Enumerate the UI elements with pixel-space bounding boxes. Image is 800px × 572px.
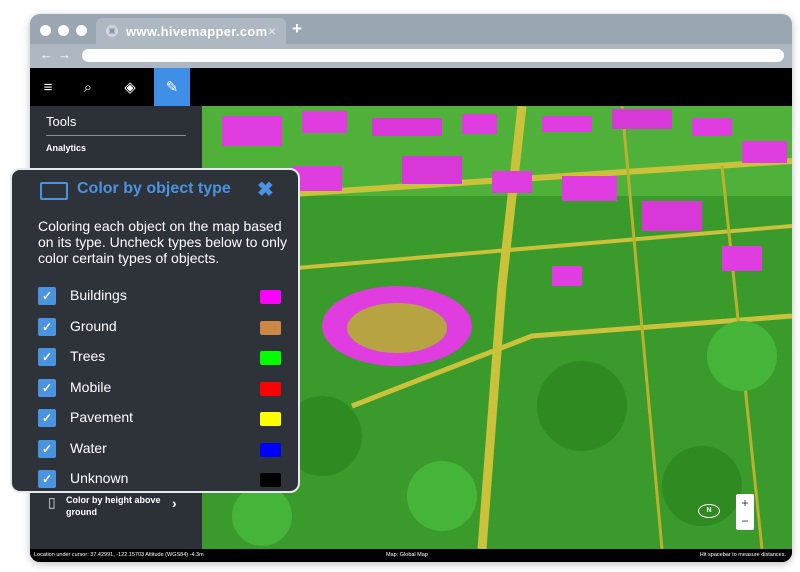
type-label: Ground — [70, 317, 117, 334]
type-label: Mobile — [70, 378, 112, 395]
type-checkbox[interactable]: ✓ — [38, 348, 56, 366]
zoom-control: + − — [736, 494, 754, 530]
chevron-right-icon: › — [172, 495, 177, 511]
cursor-location-text: Location under cursor: 37.42991, -122.15… — [34, 552, 204, 558]
window-minimize-dot[interactable] — [58, 25, 69, 36]
top-toolbar: ≡ ⌕ ◈ ✎ — [30, 68, 792, 106]
type-checkbox[interactable]: ✓ — [38, 287, 56, 305]
window-maximize-dot[interactable] — [76, 25, 87, 36]
color-by-object-type-panel: Color by object type ✖ Coloring each obj… — [10, 168, 300, 493]
ruler-icon: ▯ — [48, 494, 56, 510]
color-swatch — [260, 442, 281, 457]
window-close-dot[interactable] — [40, 25, 51, 36]
url-field[interactable] — [82, 49, 784, 62]
tab-title: www.hivemapper.com — [126, 23, 268, 39]
object-type-row: ✓ Water — [38, 436, 286, 467]
menu-button[interactable]: ≡ — [30, 68, 66, 106]
sidebar-title: Tools — [46, 114, 77, 129]
color-swatch — [260, 473, 281, 487]
tab-bar: ▣ www.hivemapper.com × + — [30, 14, 792, 44]
layers-icon: ◈ — [124, 79, 136, 96]
menu-icon: ≡ — [43, 78, 53, 96]
panel-description: Coloring each object on the map based on… — [38, 218, 288, 266]
status-bar: Location under cursor: 37.42991, -122.15… — [30, 549, 792, 562]
panel-title: Color by object type — [77, 180, 231, 197]
close-icon[interactable]: ✖ — [257, 177, 274, 202]
type-label: Trees — [70, 348, 106, 364]
object-type-row: ✓ Mobile — [38, 375, 286, 406]
type-checkbox[interactable]: ✓ — [38, 409, 56, 427]
sidebar-section-analytics: Analytics — [46, 143, 87, 153]
type-label: Water — [70, 439, 107, 456]
color-swatch — [260, 381, 281, 396]
object-type-row: ✓ Trees — [38, 344, 286, 375]
zoom-in-button[interactable]: + — [736, 494, 754, 512]
compass-icon[interactable]: N — [698, 504, 720, 518]
color-swatch — [260, 351, 281, 365]
type-checkbox[interactable]: ✓ — [38, 439, 56, 458]
chart-icon — [40, 182, 68, 200]
forward-arrow-icon[interactable]: → — [58, 47, 71, 62]
color-swatch — [260, 290, 281, 304]
color-swatch — [260, 320, 281, 335]
search-icon: ⌕ — [83, 78, 93, 96]
browser-tab[interactable]: ▣ www.hivemapper.com × — [96, 18, 286, 44]
object-type-row: ✓ Unknown — [38, 466, 286, 497]
type-label: Unknown — [70, 470, 129, 486]
object-type-list: ✓ Buildings ✓ Ground ✓ Trees ✓ Mobile ✓ Pavement ✓… — [38, 283, 286, 497]
tools-button[interactable]: ✎ — [154, 68, 190, 106]
sidebar-item-label: Color by height above ground — [66, 495, 161, 517]
type-label: Pavement — [70, 409, 134, 425]
object-type-row: ✓ Pavement — [38, 405, 286, 436]
object-type-row: ✓ Ground — [38, 314, 286, 345]
back-arrow-icon[interactable]: ← — [40, 47, 53, 62]
sidebar-divider — [46, 135, 186, 136]
zoom-out-button[interactable]: − — [736, 512, 754, 530]
address-bar: ← → — [30, 44, 792, 68]
new-tab-button[interactable]: + — [292, 19, 302, 39]
type-checkbox[interactable]: ✓ — [38, 378, 56, 397]
wrench-icon: ✎ — [165, 79, 179, 96]
type-label: Buildings — [70, 287, 127, 303]
search-button[interactable]: ⌕ — [70, 68, 106, 106]
layers-button[interactable]: ◈ — [112, 68, 148, 106]
favicon-icon: ▣ — [106, 25, 118, 37]
color-swatch — [260, 412, 281, 426]
object-type-row: ✓ Buildings — [38, 283, 286, 314]
tab-close-icon[interactable]: × — [268, 23, 276, 39]
measure-hint-text: Hit spacebar to measure distances. — [699, 552, 786, 558]
type-checkbox[interactable]: ✓ — [38, 317, 56, 336]
type-checkbox[interactable]: ✓ — [38, 470, 56, 488]
panel-header: Color by object type ✖ — [12, 170, 302, 210]
map-name-text: Map: Global Map — [386, 552, 428, 558]
